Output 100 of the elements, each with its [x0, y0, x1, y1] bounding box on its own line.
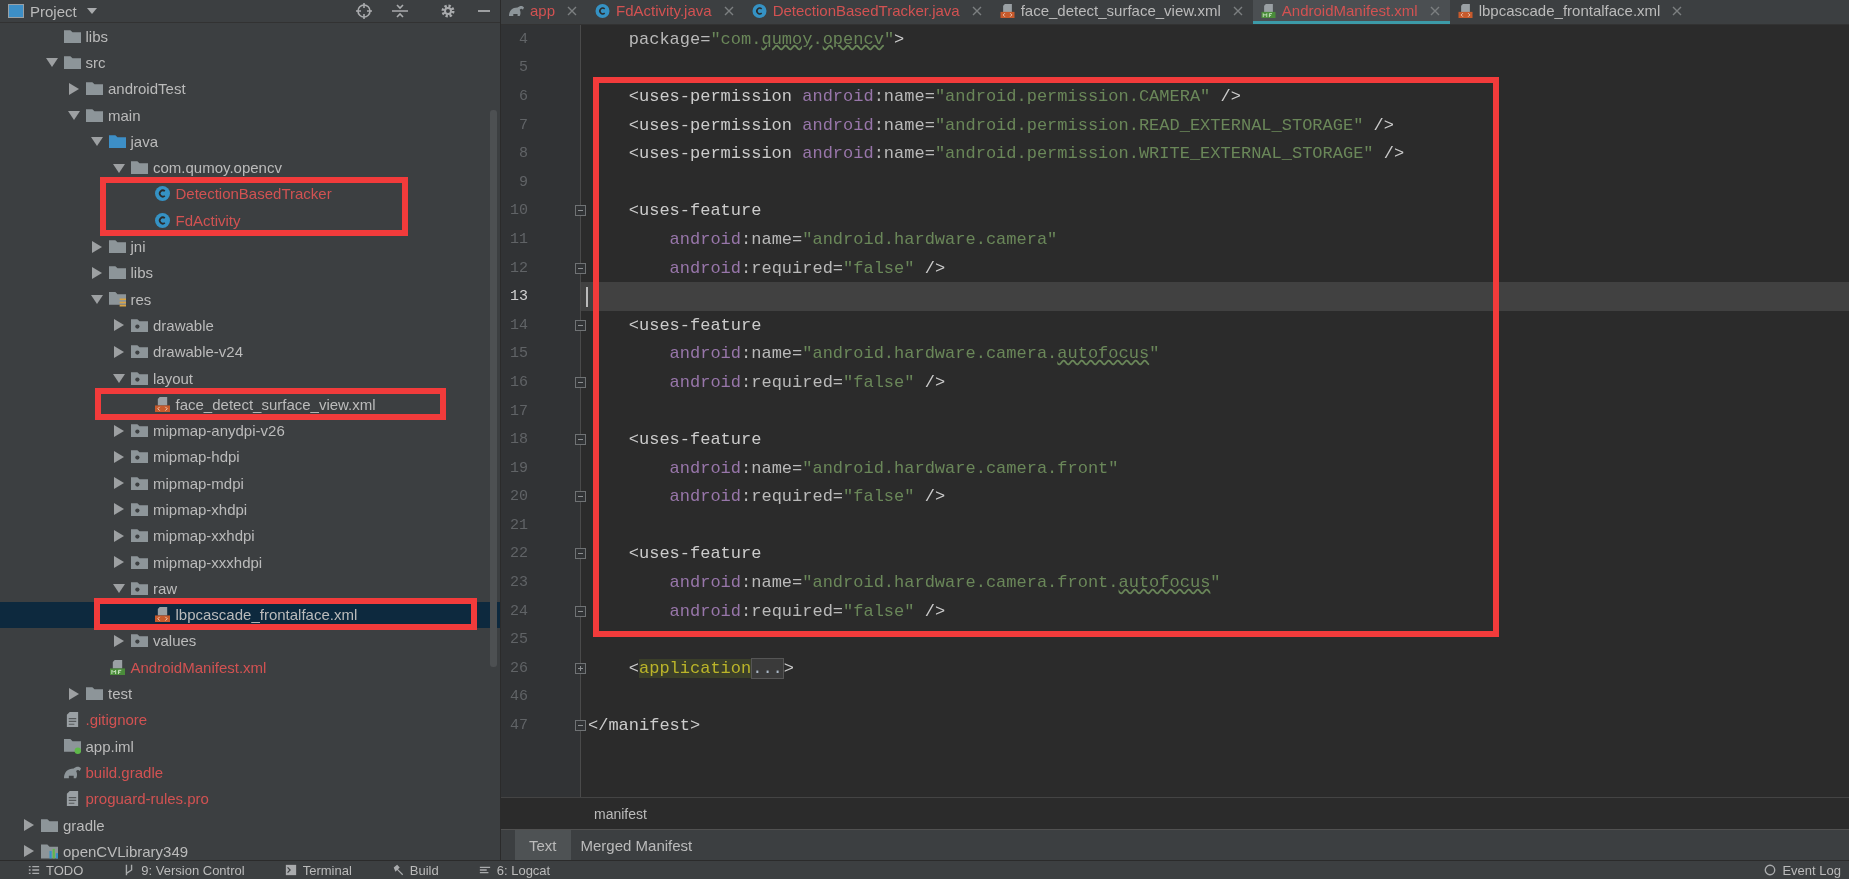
elephant-icon [509, 3, 524, 18]
code-line: <uses-permission android:name="android.permission.WRITE_EXTERNAL_STORAGE" /> [627, 144, 1405, 164]
tree-item[interactable]: drawable [113, 312, 214, 339]
fold-minus-icon[interactable] [575, 605, 586, 617]
expanded-arrow-icon[interactable] [113, 161, 125, 174]
manifest-file-icon [1260, 3, 1276, 18]
tree-item[interactable]: androidTest [68, 75, 186, 102]
code-line: <uses-feature [627, 544, 762, 564]
class-icon [751, 3, 767, 18]
expanded-arrow-icon[interactable] [90, 293, 103, 306]
close-icon[interactable] [567, 5, 578, 16]
collapsed-arrow-icon[interactable] [113, 424, 125, 437]
view-tab[interactable]: Merged Manifest [570, 830, 703, 860]
tree-item[interactable]: mipmap-xxxhdpi [113, 548, 263, 576]
tool-window-button[interactable]: TODO [28, 862, 84, 878]
collapsed-arrow-icon[interactable] [113, 477, 125, 490]
tree-item[interactable]: drawable-v24 [113, 338, 244, 365]
fold-minus-icon[interactable] [575, 262, 586, 274]
class-icon [153, 186, 171, 202]
fold-minus-icon[interactable] [575, 548, 586, 560]
settings-icon[interactable] [440, 3, 456, 19]
expanded-arrow-icon[interactable] [90, 135, 103, 148]
tool-window-button[interactable]: Event Log [1764, 862, 1841, 878]
code-line: package="com.qumoy.opencv"> [627, 29, 905, 49]
tree-item[interactable]: gradle [23, 811, 105, 839]
folder-icon [131, 370, 148, 386]
tree-item[interactable]: values [113, 627, 197, 655]
tree-item[interactable]: mipmap-xhdpi [113, 496, 248, 523]
tree-item[interactable]: layout [113, 364, 194, 392]
code-line: android:name="android.hardware.camera.front" [668, 458, 1119, 478]
expanded-arrow-icon[interactable] [45, 56, 58, 69]
fold-minus-icon[interactable] [575, 205, 586, 217]
collapsed-arrow-icon[interactable] [113, 345, 125, 358]
collapse-all-icon[interactable] [392, 3, 408, 19]
tree-item[interactable]: libs [45, 23, 108, 50]
folder-icon [131, 580, 148, 596]
tree-item[interactable]: mipmap-xxhdpi [113, 522, 255, 549]
close-icon[interactable] [1232, 5, 1243, 16]
fold-minus-icon[interactable] [575, 491, 586, 503]
folder-icon [63, 54, 81, 70]
close-icon[interactable] [723, 5, 734, 16]
collapsed-arrow-icon[interactable] [68, 687, 80, 700]
expanded-arrow-icon[interactable] [68, 109, 80, 122]
folder-icon [86, 81, 103, 97]
collapsed-arrow-icon[interactable] [23, 819, 35, 832]
collapsed-arrow-icon[interactable] [90, 266, 103, 279]
fold-minus-icon[interactable] [575, 434, 586, 446]
tree-item[interactable]: test [68, 680, 133, 707]
collapsed-arrow-icon[interactable] [23, 845, 35, 858]
fold-minus-icon[interactable] [575, 376, 586, 388]
terminal-icon [284, 864, 297, 876]
tree-item[interactable]: mipmap-hdpi [113, 443, 240, 471]
tree-item[interactable]: app.iml [45, 733, 134, 760]
tree-item[interactable]: src [45, 49, 106, 76]
tree-item[interactable]: libs [90, 259, 153, 286]
tree-item[interactable]: mipmap-mdpi [113, 470, 244, 497]
editor-tab[interactable]: face_detect_surface_view.xml [991, 0, 1253, 24]
fold-minus-icon[interactable] [575, 319, 586, 331]
expanded-arrow-icon[interactable] [113, 582, 125, 595]
folder-icon [63, 28, 81, 44]
tree-item[interactable]: java [90, 128, 159, 155]
collapsed-arrow-icon[interactable] [68, 82, 80, 95]
tree-item[interactable]: mipmap-anydpi-v26 [113, 417, 285, 444]
folder-icon [131, 317, 148, 333]
collapsed-arrow-icon[interactable] [90, 240, 103, 253]
collapsed-arrow-icon[interactable] [113, 556, 125, 569]
folder-icon [86, 686, 103, 702]
close-icon[interactable] [971, 5, 982, 16]
folder-icon [131, 344, 148, 360]
tree-item[interactable]: com.qumoy.opencv [113, 154, 282, 181]
editor-tab[interactable]: lbpcascade_frontalface.xml [1449, 0, 1693, 24]
folder-icon [108, 239, 126, 254]
tree-item[interactable]: res [90, 285, 152, 313]
tree-item[interactable]: openCVLibrary349 [23, 838, 189, 860]
collapsed-arrow-icon[interactable] [113, 529, 125, 542]
folder-icon [86, 107, 103, 123]
tree-item[interactable]: jni [90, 233, 146, 260]
tool-window-button[interactable]: 9: Version Control [123, 862, 245, 878]
collapsed-arrow-icon[interactable] [113, 450, 125, 463]
fold-plus-icon[interactable] [575, 662, 586, 674]
tool-window-button[interactable]: Terminal [284, 862, 352, 878]
tree-item[interactable]: face_detect_surface_view.xml [135, 391, 376, 418]
close-icon[interactable] [1672, 5, 1683, 16]
expanded-arrow-icon[interactable] [113, 372, 125, 384]
scrollbar-thumb[interactable] [490, 110, 497, 667]
tool-window-button[interactable]: 6: Logcat [478, 862, 551, 878]
text-caret [586, 286, 588, 307]
fold-minus-icon[interactable] [575, 720, 586, 732]
tree-item[interactable]: raw [113, 575, 178, 602]
xml-file-icon [153, 607, 171, 623]
tree-item[interactable]: main [68, 101, 141, 129]
tool-window-button[interactable]: Build [391, 862, 439, 878]
collapsed-arrow-icon[interactable] [113, 634, 125, 647]
folder-icon [131, 449, 148, 465]
view-tab[interactable]: Text [515, 830, 571, 860]
breadcrumb-item[interactable]: manifest [594, 805, 647, 822]
project-view-dropdown[interactable]: Project [30, 2, 97, 20]
collapsed-arrow-icon[interactable] [113, 319, 125, 332]
collapsed-arrow-icon[interactable] [113, 503, 125, 516]
crosshair-icon[interactable] [356, 3, 372, 19]
